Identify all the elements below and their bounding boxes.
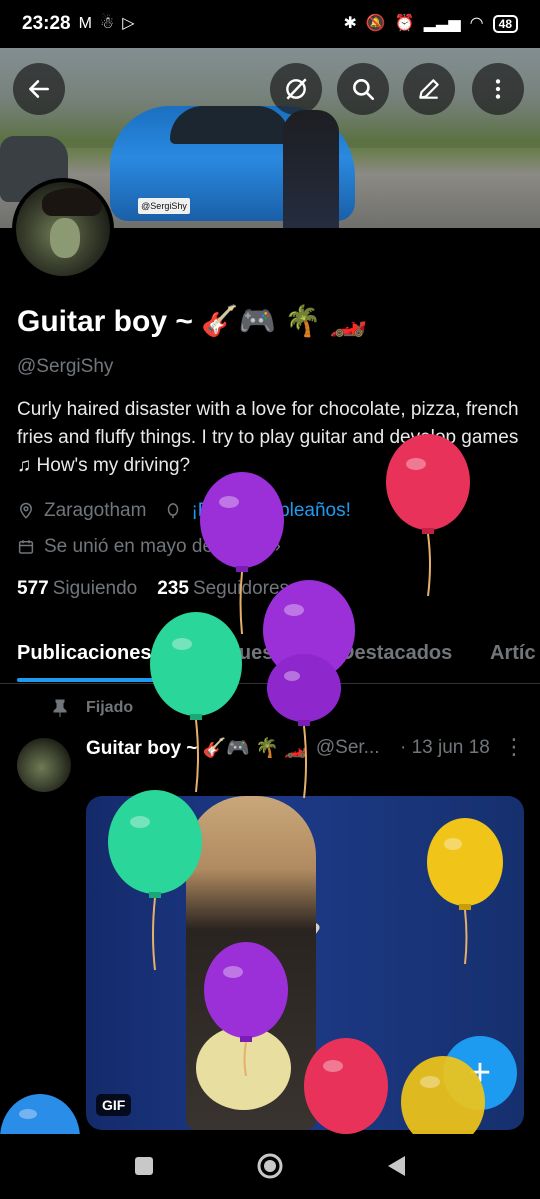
- balloon-yellow-2: [400, 1056, 486, 1148]
- status-bar: 23:28 M ☃ ▷ ✱ 🔕 ⏰ ▂▃▅ ◠ 48: [0, 0, 540, 48]
- profile-handle: @SergiShy: [17, 356, 114, 377]
- balloon-purple-4: [203, 942, 289, 1078]
- display-name: Guitar boy ~ 🎸🎮 🌴 🏎️: [17, 305, 368, 338]
- battery-icon: 48: [492, 15, 518, 33]
- balloon-green-1: [150, 612, 242, 794]
- tweet-more-icon[interactable]: ⋮: [503, 734, 525, 760]
- banner-person: [283, 110, 339, 228]
- active-tab-indicator: [17, 678, 156, 682]
- avatar-face: [50, 218, 80, 258]
- avatar-hat: [42, 188, 102, 216]
- pinned-indicator: Fijado: [52, 699, 133, 717]
- pin-icon: [53, 699, 67, 717]
- notification-icon: ☃: [99, 15, 115, 32]
- balloon-red-1: [386, 434, 470, 598]
- incognito-button[interactable]: [270, 63, 322, 115]
- more-vertical-icon: [495, 79, 501, 99]
- location-pin-icon: [19, 502, 33, 519]
- pinned-label: Fijado: [86, 699, 134, 716]
- following-link[interactable]: 577 Siguiendo: [17, 578, 137, 600]
- edit-button[interactable]: [403, 63, 455, 115]
- tab-destacados[interactable]: Destacados: [340, 642, 452, 665]
- recents-button[interactable]: [130, 1152, 158, 1180]
- banner-car-window: [170, 106, 290, 144]
- profile-avatar[interactable]: [12, 178, 114, 280]
- profile-location: Zaragotham: [44, 500, 147, 521]
- balloon-red-2: [303, 1038, 389, 1134]
- gmail-icon: M: [78, 15, 92, 32]
- no-circle-icon: [286, 78, 307, 100]
- alarm-icon: ⏰: [394, 15, 415, 32]
- following-label: Siguiendo: [52, 578, 138, 599]
- calendar-icon: [18, 540, 34, 554]
- following-count: 577: [17, 578, 49, 599]
- balloon-purple-3: [266, 654, 342, 800]
- tab-publicaciones[interactable]: Publicaciones: [17, 642, 152, 665]
- signal-icon: ▂▃▅: [423, 15, 461, 32]
- gif-badge: GIF: [96, 1094, 132, 1116]
- pencil-icon: [419, 79, 439, 99]
- status-time: 23:28: [22, 13, 71, 34]
- search-icon: [353, 79, 375, 101]
- balloon-icon: [168, 503, 179, 519]
- balloon-yellow-1: [427, 818, 503, 966]
- bluetooth-icon: ✱: [343, 15, 357, 32]
- profile-meta-row: Zaragotham ¡Feliz cumpleaños!: [17, 500, 351, 522]
- circle-icon: [257, 1153, 283, 1179]
- wifi-icon: ◠: [469, 15, 484, 32]
- triangle-back-icon: [388, 1156, 405, 1176]
- back-nav-button[interactable]: [382, 1152, 410, 1180]
- followers-count: 235: [157, 578, 189, 599]
- tab-articulos[interactable]: Artíc: [490, 642, 536, 665]
- tweet-avatar[interactable]: [17, 738, 71, 792]
- search-button[interactable]: [337, 63, 389, 115]
- balloon-blue-1: [0, 1094, 82, 1182]
- balloon-green-2: [108, 790, 202, 972]
- home-button[interactable]: [256, 1152, 284, 1180]
- mute-icon: 🔕: [365, 15, 386, 32]
- square-icon: [135, 1157, 153, 1175]
- back-button[interactable]: [13, 63, 65, 115]
- banner-plate: @SergiShy: [138, 198, 190, 214]
- more-button[interactable]: [472, 63, 524, 115]
- tweet-date[interactable]: · 13 jun 18: [400, 737, 490, 759]
- play-store-icon: ▷: [122, 15, 135, 32]
- arrow-left-icon: [29, 80, 49, 98]
